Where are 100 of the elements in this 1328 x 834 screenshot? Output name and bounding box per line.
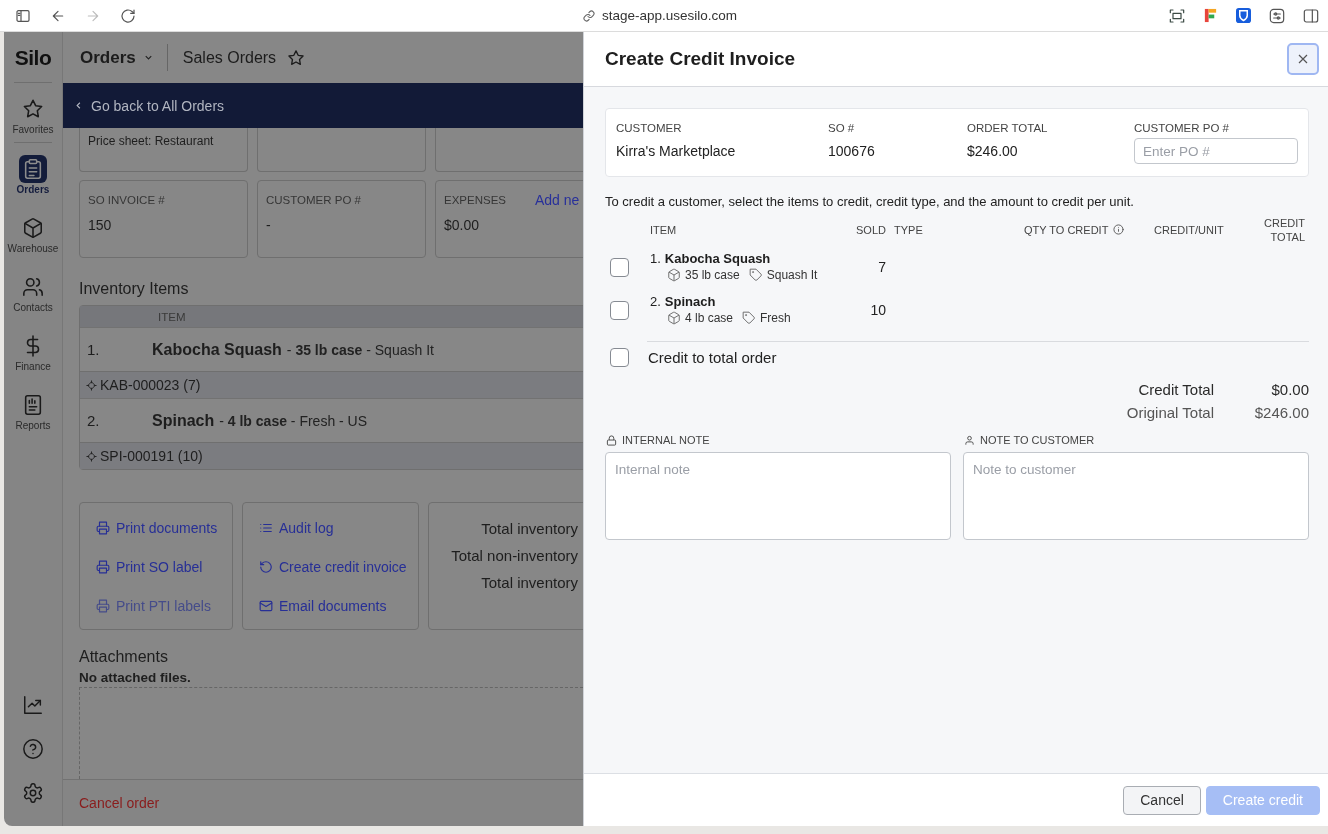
po-input[interactable]: Enter PO # [1134,138,1298,164]
sliders-icon[interactable] [1269,7,1285,24]
section-title: Attachments [79,648,168,666]
nav-item[interactable]: Finance [4,320,62,379]
nav-item[interactable]: Favorites [4,83,62,142]
total-label: Credit Total [1138,380,1214,400]
reload-icon[interactable] [120,7,136,24]
summary-label: SO # [828,121,855,135]
crosshair-icon [86,379,97,391]
star-icon [22,98,44,120]
note-label: INTERNAL NOTE [622,433,710,447]
f-logo-icon[interactable] [1203,8,1218,23]
box-icon [667,268,681,282]
cube-icon [22,217,44,239]
column-header: CREDIT/UNIT [1154,222,1224,237]
checkbox[interactable] [610,300,629,320]
column-header: TYPE [894,222,923,237]
crosshair-icon [86,450,97,462]
action-link[interactable]: Create credit invoice [259,557,407,577]
instructions-text: To credit a customer, select the items to credit, credit type, and the amount to credit per unit. [605,193,1134,211]
item-number: 2. [650,294,661,310]
tag-icon [742,311,757,325]
pack-size: 35 lb case [685,267,740,283]
star-icon[interactable] [287,48,306,67]
checkbox[interactable] [610,348,629,367]
summary-value: 100676 [828,143,875,159]
column-header: SOLD [856,222,886,237]
column-header: ITEM [650,222,677,237]
empty-text: No attached files. [79,670,191,686]
item-name: Spinach [152,411,215,430]
page-title: Sales Orders [182,48,277,67]
total-label: Total inventory [480,573,578,593]
brand-tag: Fresh [760,310,791,326]
users-icon [22,276,44,298]
undo-icon [259,560,273,574]
nav-item[interactable]: Orders [4,143,62,202]
printer-icon [96,521,110,535]
item-details: - 4 lb case - Fresh - US [219,412,368,429]
clipboard-icon [19,155,47,183]
lot-text: SPI-000191 (10) [100,448,203,464]
note-label: NOTE TO CUSTOMER [980,433,1095,447]
brand-tag: Squash It [766,267,818,283]
nav-item[interactable]: Warehouse [4,202,62,261]
lock-icon [606,434,617,446]
help-icon[interactable] [22,738,44,760]
module-dropdown[interactable]: Orders [80,47,154,68]
field-label: SO INVOICE # [88,193,165,208]
printer-icon [96,599,110,613]
summary-label: ORDER TOTAL [967,121,1048,135]
footer-button[interactable]: Cancel [1123,785,1201,815]
checkbox[interactable] [610,257,629,277]
action-link[interactable]: Print SO label [96,557,203,577]
sidebar-icon[interactable] [1303,7,1319,24]
sold-qty: 10 [870,302,886,318]
report-icon [22,394,44,416]
action-link[interactable]: Audit log [259,518,334,538]
add-link[interactable]: Add ne [535,192,580,208]
checkbox-label: Credit to total order [648,349,777,366]
item-details: - 35 lb case - Squash It [286,341,434,358]
lot-text: KAB-000023 (7) [100,377,201,393]
link-icon [583,9,595,22]
screenshot-icon[interactable] [1169,7,1185,24]
summary-label: CUSTOMER [616,121,682,135]
total-value: $0.00 [1271,380,1309,400]
cancel-order-link[interactable]: Cancel order [79,795,160,811]
field-label: EXPENSES [444,193,507,208]
price-sheet-text: Price sheet: Restaurant [88,134,214,148]
mail-icon [259,599,273,613]
total-value: $246.00 [1254,403,1309,423]
total-label: Original Total [1126,403,1214,423]
section-title: Inventory Items [79,280,189,298]
user-icon [964,434,975,446]
nav-item[interactable]: Contacts [4,261,62,320]
sidebar-toggle-icon[interactable] [15,7,31,24]
column-header: CREDIT TOTAL [1263,215,1305,244]
column-header: QTY TO CREDIT [1024,222,1109,237]
field-label: CUSTOMER PO # [266,193,361,208]
info-icon[interactable] [1113,224,1125,235]
shield-icon[interactable] [1236,8,1251,23]
settings-icon[interactable] [22,782,44,804]
note-textarea[interactable]: Internal note [605,452,951,540]
row-number: 1. [86,341,101,358]
action-link[interactable]: Print documents [96,518,218,538]
logo-text: Silo [14,45,52,70]
trend-chart-icon[interactable] [22,694,44,716]
sold-qty: 7 [878,259,886,275]
item-name: Kabocha Squash [664,251,771,267]
column-header: ITEM [158,310,186,323]
back-link[interactable]: Go back to All Orders [73,97,225,114]
tag-icon [748,268,763,282]
url-text[interactable]: stage-app.usesilo.com [602,8,738,23]
total-label: Total inventory [480,519,578,539]
list-icon [259,521,273,535]
summary-value: Kirra's Marketplace [616,143,736,159]
item-number: 1. [650,251,661,267]
pack-size: 4 lb case [685,310,734,326]
action-link[interactable]: Email documents [259,596,387,616]
nav-item[interactable]: Reports [4,379,62,438]
total-label: Total non-inventory [450,546,578,566]
note-textarea[interactable]: Note to customer [963,452,1309,540]
